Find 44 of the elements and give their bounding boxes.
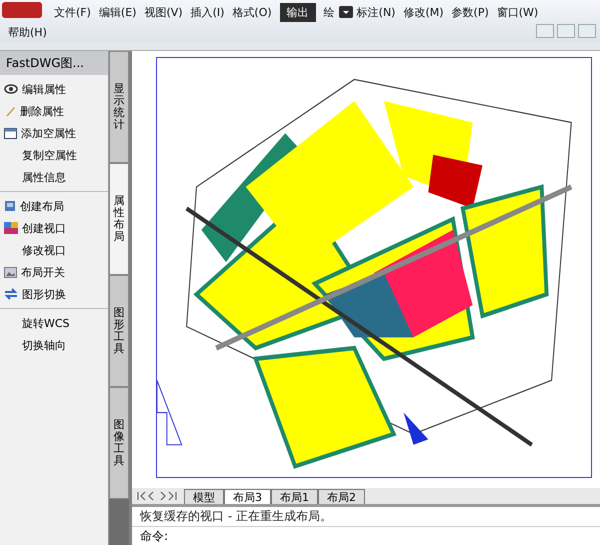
command-history: 恢复缓存的视口 - 正在重生成布局。 (138, 508, 333, 525)
image-icon (4, 266, 17, 278)
panel-item[interactable]: 旋转WCS (0, 312, 108, 334)
side-tab[interactable]: 显示统计 (109, 51, 129, 163)
eye-icon (4, 84, 18, 94)
side-tab[interactable]: 属性布局 (109, 163, 129, 275)
panel-item[interactable]: 图形切换 (0, 283, 108, 305)
palette-icon (4, 222, 18, 234)
dropdown-icon[interactable] (338, 6, 353, 18)
table-icon (4, 128, 17, 138)
layout-tab[interactable]: 布局2 (318, 489, 365, 504)
app-logo (0, 0, 44, 20)
menu-item[interactable]: 标注(N) (352, 2, 400, 22)
layout-icon (4, 200, 16, 212)
panel-item[interactable]: 复制空属性 (0, 144, 108, 166)
layout-tab[interactable]: 布局3 (224, 489, 271, 504)
menu-item[interactable]: 窗口(W) (492, 2, 542, 22)
panel-item[interactable]: 编辑属性 (0, 78, 108, 100)
panel-item[interactable]: 修改视口 (0, 239, 108, 261)
menu-item[interactable]: 编辑(E) (94, 2, 140, 22)
menu-item[interactable]: 绘 (320, 2, 339, 22)
panel-item[interactable]: 创建布局 (0, 195, 108, 217)
command-prompt: 命令: (140, 528, 168, 544)
side-tab[interactable]: 图像工具 (109, 387, 129, 499)
menu-item[interactable]: 文件(F) (50, 2, 95, 22)
tooltip: 输出 (280, 2, 316, 22)
menu-item[interactable]: 帮助(H) (4, 22, 51, 42)
swap-icon (4, 288, 18, 300)
menu-item[interactable]: 格式(O) (228, 2, 276, 22)
panel-item[interactable]: 创建视口 (0, 217, 108, 239)
menu-item[interactable]: 视图(V) (140, 2, 187, 22)
menu-item[interactable]: 参数(P) (448, 2, 493, 22)
panel-item[interactable]: 删除属性 (0, 100, 108, 122)
panel-item[interactable]: 添加空属性 (0, 122, 108, 144)
panel-item[interactable]: 属性信息 (0, 166, 108, 188)
layout-tab[interactable]: 模型 (184, 489, 224, 504)
menu-item[interactable]: 修改(M) (399, 2, 448, 22)
side-tab[interactable]: 图形工具 (109, 275, 129, 387)
panel-title: FastDWG图... (0, 51, 108, 75)
layout-tab[interactable]: 布局1 (271, 489, 318, 504)
panel-item[interactable]: 布局开关 (0, 261, 108, 283)
menu-item[interactable]: 插入(I) (186, 2, 228, 22)
brush-icon (4, 105, 16, 117)
panel-item[interactable]: 切换轴向 (0, 334, 108, 356)
